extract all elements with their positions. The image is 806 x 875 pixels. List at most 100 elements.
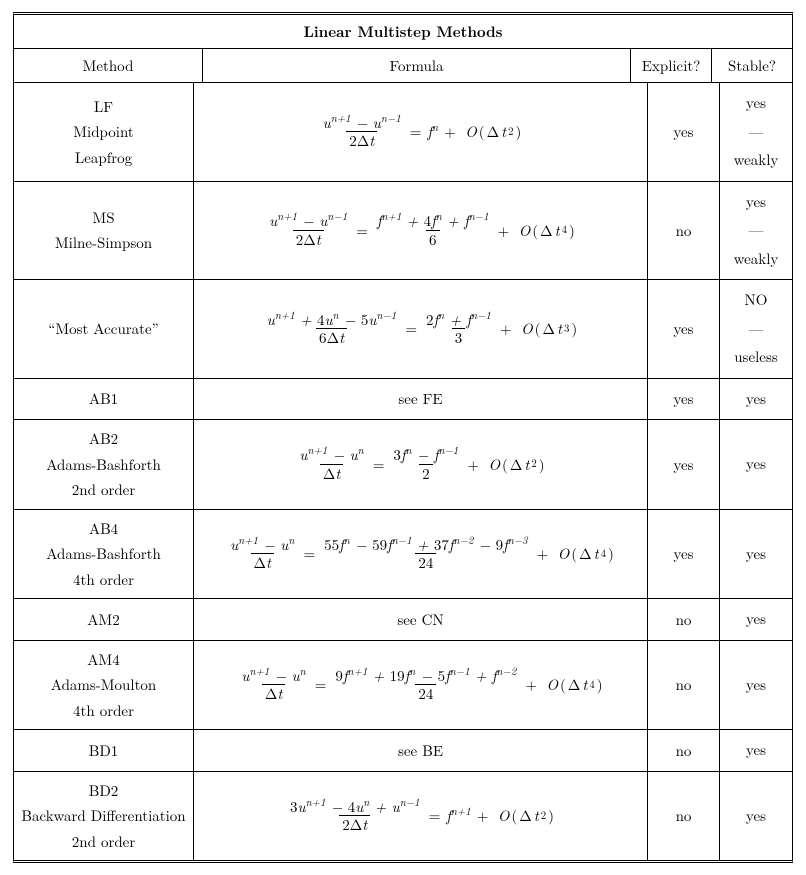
explicit-cell: no [648,182,720,280]
method-cell: MSMilne-Simpson [14,182,194,280]
method-line: 4th order [73,698,134,724]
method-cell: BD1 [14,730,194,771]
method-line: Adams-Bashforth [46,541,161,567]
method-cell: AB1 [14,379,194,420]
table-row: “Most Accurate” un+1 + 4un − 5un−16Δt=2fn… [14,280,792,379]
explicit-cell: yes [648,280,720,378]
stable-line: yes [746,736,766,765]
method-cell: AM2 [14,599,194,640]
stable-cell: yes [720,772,792,861]
formula-eq: un+1 − unΔt=55fn − 59fn−1 + 37fn−2 − 9fn… [227,537,614,572]
explicit-cell: no [648,641,720,730]
table-row: BD2Backward Differentiation2nd order 3un+… [14,772,792,861]
explicit-cell: yes [648,420,720,509]
method-line: Leapfrog [75,145,132,171]
table-row: AB4Adams-Bashforth4th order un+1 − unΔt=5… [14,510,792,600]
method-line: Adams-Moulton [51,672,157,698]
methods-table: Linear Multistep Methods Method Formula … [13,12,793,863]
table-row: BD1see BEnoyes [14,730,792,772]
method-line: Backward Differentiation [21,803,185,829]
method-line: BD1 [89,738,119,764]
stable-cell: NO—useless [720,280,792,378]
table-row: AB2Adams-Bashforth2nd order un+1 − unΔt=3… [14,420,792,510]
explicit-cell: no [648,772,720,861]
stable-line: yes [746,89,766,118]
stable-cell: yes [720,379,792,420]
formula-eq: un+1 − unΔt=9fn+1 + 19fn − 5fn−1 + fn−22… [238,668,602,703]
explicit-cell: yes [648,510,720,599]
explicit-cell: yes [648,83,720,181]
method-line: AB2 [89,426,118,452]
explicit-cell: no [648,599,720,640]
formula-cell: un+1 − unΔt=9fn+1 + 19fn − 5fn−1 + fn−22… [194,641,648,730]
method-line: BD2 [89,778,119,804]
method-line: AB4 [89,516,118,542]
stable-line: NO [745,286,768,315]
method-cell: BD2Backward Differentiation2nd order [14,772,194,861]
table-row: AB1 see FE yes yes [14,379,792,421]
method-cell: AB4Adams-Bashforth4th order [14,510,194,599]
formula-cell: un+1 + 4un − 5un−16Δt=2fn + fn−13+ O(Δt3… [194,280,648,378]
table-row: AM2 see CN noyes [14,599,792,641]
hdr-method: Method [14,49,203,82]
stable-line: useless [734,343,778,372]
table-header: Method Formula Explicit? Stable? [14,49,792,83]
formula-eq: un+1 − un−12Δt=fn+ O(Δt2) [320,115,522,150]
stable-line: yes [746,671,766,700]
formula-cell: un+1 − un−12Δt=fn+1 + 4fn + fn−16+ O(Δt4… [194,182,648,280]
formula-eq: un+1 − unΔt=3fn − fn−12+ O(Δt2) [296,447,544,482]
table-title: Linear Multistep Methods [14,15,792,49]
stable-cell: yes—weakly [720,83,792,181]
method-cell: AM4Adams-Moulton4th order [14,641,194,730]
formula-eq: un+1 − un−12Δt=fn+1 + 4fn + fn−16+ O(Δt4… [266,213,575,248]
formula-cell: see CN [194,599,648,640]
formula-plain: see CN [397,609,443,630]
hdr-formula: Formula [203,49,631,82]
stable-line: yes [746,385,766,414]
formula-plain: see BE [398,740,443,761]
method-cell: LFMidpointLeapfrog [14,83,194,181]
stable-cell: yes [720,510,792,599]
method-line: AB1 [89,386,118,412]
formula-cell: un+1 − un−12Δt=fn+ O(Δt2) [194,83,648,181]
method-line: 2nd order [72,477,135,503]
stable-line: — [748,315,763,344]
stable-line: yes [746,188,766,217]
method-line: MS [92,205,114,231]
formula-eq: un+1 + 4un − 5un−16Δt=2fn + fn−13+ O(Δt3… [264,312,577,347]
method-line: 2nd order [72,829,135,855]
formula-cell: see BE [194,730,648,771]
method-cell: “Most Accurate” [14,280,194,378]
stable-cell: yes—weakly [720,182,792,280]
method-line: “Most Accurate” [48,316,159,342]
method-line: Midpoint [73,119,133,145]
formula-cell: 3un+1 − 4un + un−12Δt=fn+1+ O(Δt2) [194,772,648,861]
stable-line: — [748,216,763,245]
stable-cell: yes [720,641,792,730]
table-row: LFMidpointLeapfrog un+1 − un−12Δt=fn+ O(Δ… [14,83,792,182]
method-line: Adams-Bashforth [46,452,161,478]
explicit-cell: yes [648,379,720,420]
formula-cell: un+1 − unΔt=3fn − fn−12+ O(Δt2) [194,420,648,509]
table-row: AM4Adams-Moulton4th order un+1 − unΔt=9fn… [14,641,792,731]
stable-cell: yes [720,730,792,771]
formula-eq: 3un+1 − 4un + un−12Δt=fn+1+ O(Δt2) [287,799,554,834]
table-body: LFMidpointLeapfrog un+1 − un−12Δt=fn+ O(Δ… [14,83,792,860]
stable-line: — [748,118,763,147]
hdr-stable: Stable? [712,49,792,82]
stable-line: weakly [734,245,779,274]
method-cell: AB2Adams-Bashforth2nd order [14,420,194,509]
formula-plain: see FE [398,388,442,409]
stable-line: yes [746,802,766,831]
method-line: AM4 [87,647,120,673]
method-line: AM2 [87,607,120,633]
method-line: 4th order [73,567,134,593]
stable-line: yes [746,450,766,479]
formula-cell: un+1 − unΔt=55fn − 59fn−1 + 37fn−2 − 9fn… [194,510,648,599]
method-line: LF [94,94,113,120]
stable-cell: yes [720,599,792,640]
hdr-explicit: Explicit? [631,49,712,82]
stable-line: weakly [734,146,779,175]
table-row: MSMilne-Simpson un+1 − un−12Δt=fn+1 + 4fn… [14,182,792,281]
stable-line: yes [746,540,766,569]
